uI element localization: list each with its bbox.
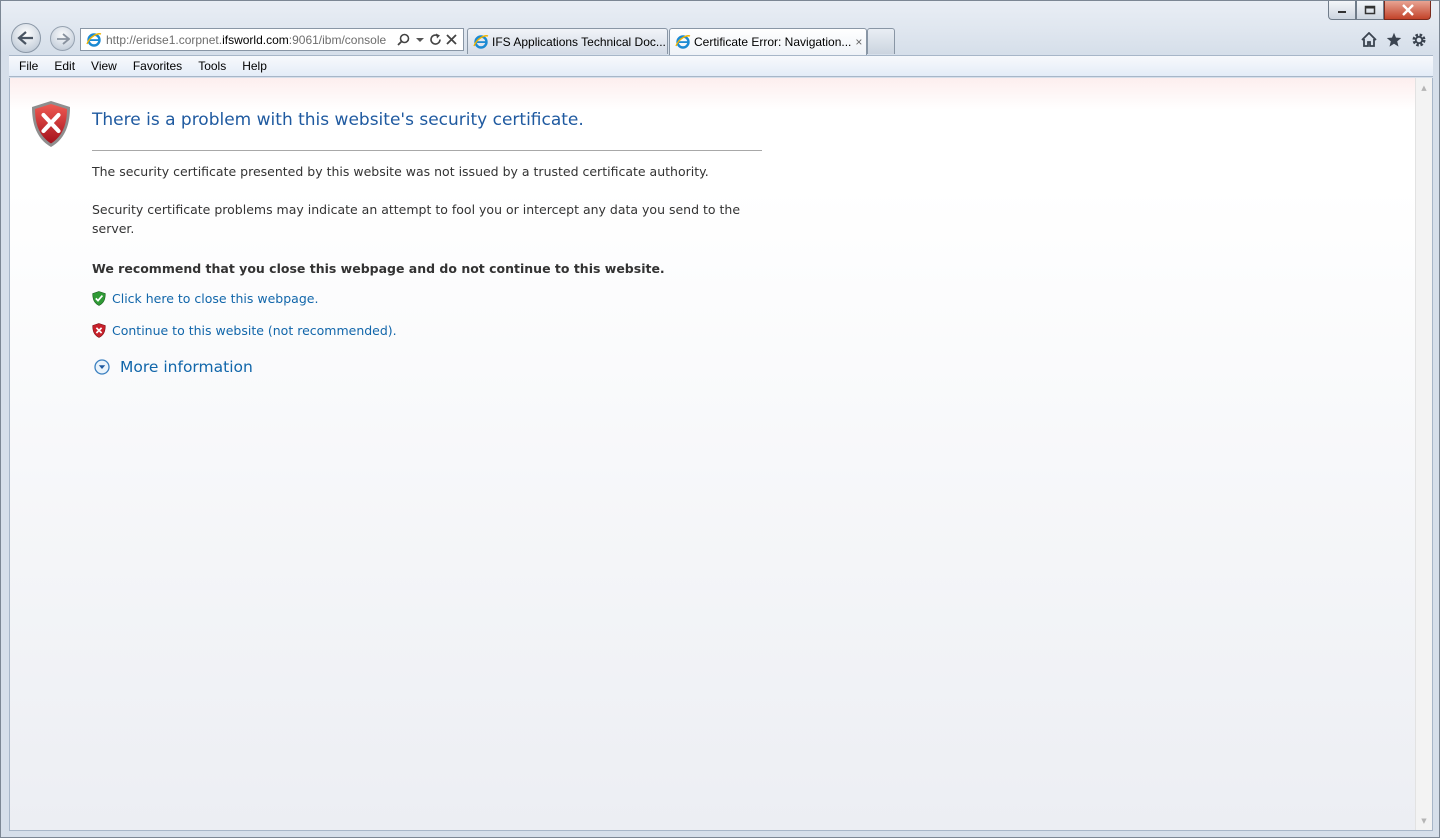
home-button[interactable] [1360,31,1377,48]
search-button[interactable] [397,32,410,48]
url-prefix: http://eridse1.corpnet. [106,32,223,47]
shield-check-icon [92,291,106,306]
stop-icon [446,34,457,45]
new-tab-button[interactable] [867,28,895,54]
more-information-toggle[interactable]: More information [94,358,253,376]
menu-favorites[interactable]: Favorites [125,56,190,76]
favorites-button[interactable] [1385,31,1402,48]
url-suffix: :9061/ibm/console [288,32,387,47]
close-icon [1401,4,1414,16]
forward-button[interactable] [50,26,75,51]
caption-buttons [1328,1,1431,21]
title-divider [92,150,762,151]
maximize-button[interactable] [1356,1,1384,20]
browser-window: http://eridse1.corpnet.ifsworld.com:9061… [0,0,1440,838]
warning-text: Security certificate problems may indica… [92,202,741,236]
home-icon [1360,32,1377,47]
url-host: ifsworld.com [222,32,289,47]
tab-label: IFS Applications Technical Doc... [492,34,666,49]
page-content: There is a problem with this website's s… [9,78,1433,831]
minimize-icon [1338,11,1346,13]
menu-help[interactable]: Help [234,56,275,76]
maximize-icon [1364,5,1376,15]
command-icons [1360,31,1427,48]
close-webpage-link[interactable]: Click here to close this webpage. [112,291,318,306]
shield-error-icon [32,101,70,147]
scroll-up-arrow-icon[interactable]: ▲ [1416,80,1432,96]
menu-file[interactable]: File [11,56,46,76]
more-information-label: More information [120,358,253,376]
forward-arrow-icon [56,32,70,45]
address-tools [397,32,463,48]
explanation-text: The security certificate presented by th… [92,164,709,179]
chevron-down-icon [415,37,424,42]
scroll-down-arrow-icon[interactable]: ▼ [1416,813,1432,829]
tab-close-button[interactable]: × [851,35,862,49]
menu-tools[interactable]: Tools [190,56,234,76]
recommendation-text: We recommend that you close this webpage… [92,261,665,276]
refresh-icon [430,33,441,45]
ie-logo-icon [473,34,489,49]
menu-edit[interactable]: Edit [46,56,83,76]
close-webpage-row: Click here to close this webpage. [92,291,318,306]
vertical-scrollbar[interactable]: ▲ ▼ [1415,78,1432,830]
page-title: There is a problem with this website's s… [92,110,584,130]
address-url[interactable]: http://eridse1.corpnet.ifsworld.com:9061… [106,33,397,47]
tab-certificate-error[interactable]: Certificate Error: Navigation... × [669,28,867,55]
back-button[interactable] [11,23,41,53]
menu-view[interactable]: View [83,56,125,76]
shield-x-icon [92,323,106,338]
ie-logo-icon [675,35,691,49]
back-arrow-icon [17,31,33,45]
menu-bar: File Edit View Favorites Tools Help [9,55,1433,77]
ie-logo-icon [86,32,102,47]
tab-label: Certificate Error: Navigation... [694,35,852,49]
star-icon [1386,32,1401,47]
refresh-button[interactable] [429,32,442,48]
expand-circle-icon [94,359,110,375]
tools-button[interactable] [1410,31,1427,48]
minimize-button[interactable] [1328,1,1356,20]
address-bar[interactable]: http://eridse1.corpnet.ifsworld.com:9061… [80,28,464,51]
tab-ifs-docs[interactable]: IFS Applications Technical Doc... [467,28,668,54]
continue-website-link[interactable]: Continue to this website (not recommende… [112,323,397,338]
close-window-button[interactable] [1384,1,1431,20]
search-icon [397,33,410,46]
gear-icon [1412,33,1425,46]
stop-button[interactable] [445,32,458,48]
dropdown-button[interactable] [413,32,426,48]
continue-website-row: Continue to this website (not recommende… [92,323,397,338]
